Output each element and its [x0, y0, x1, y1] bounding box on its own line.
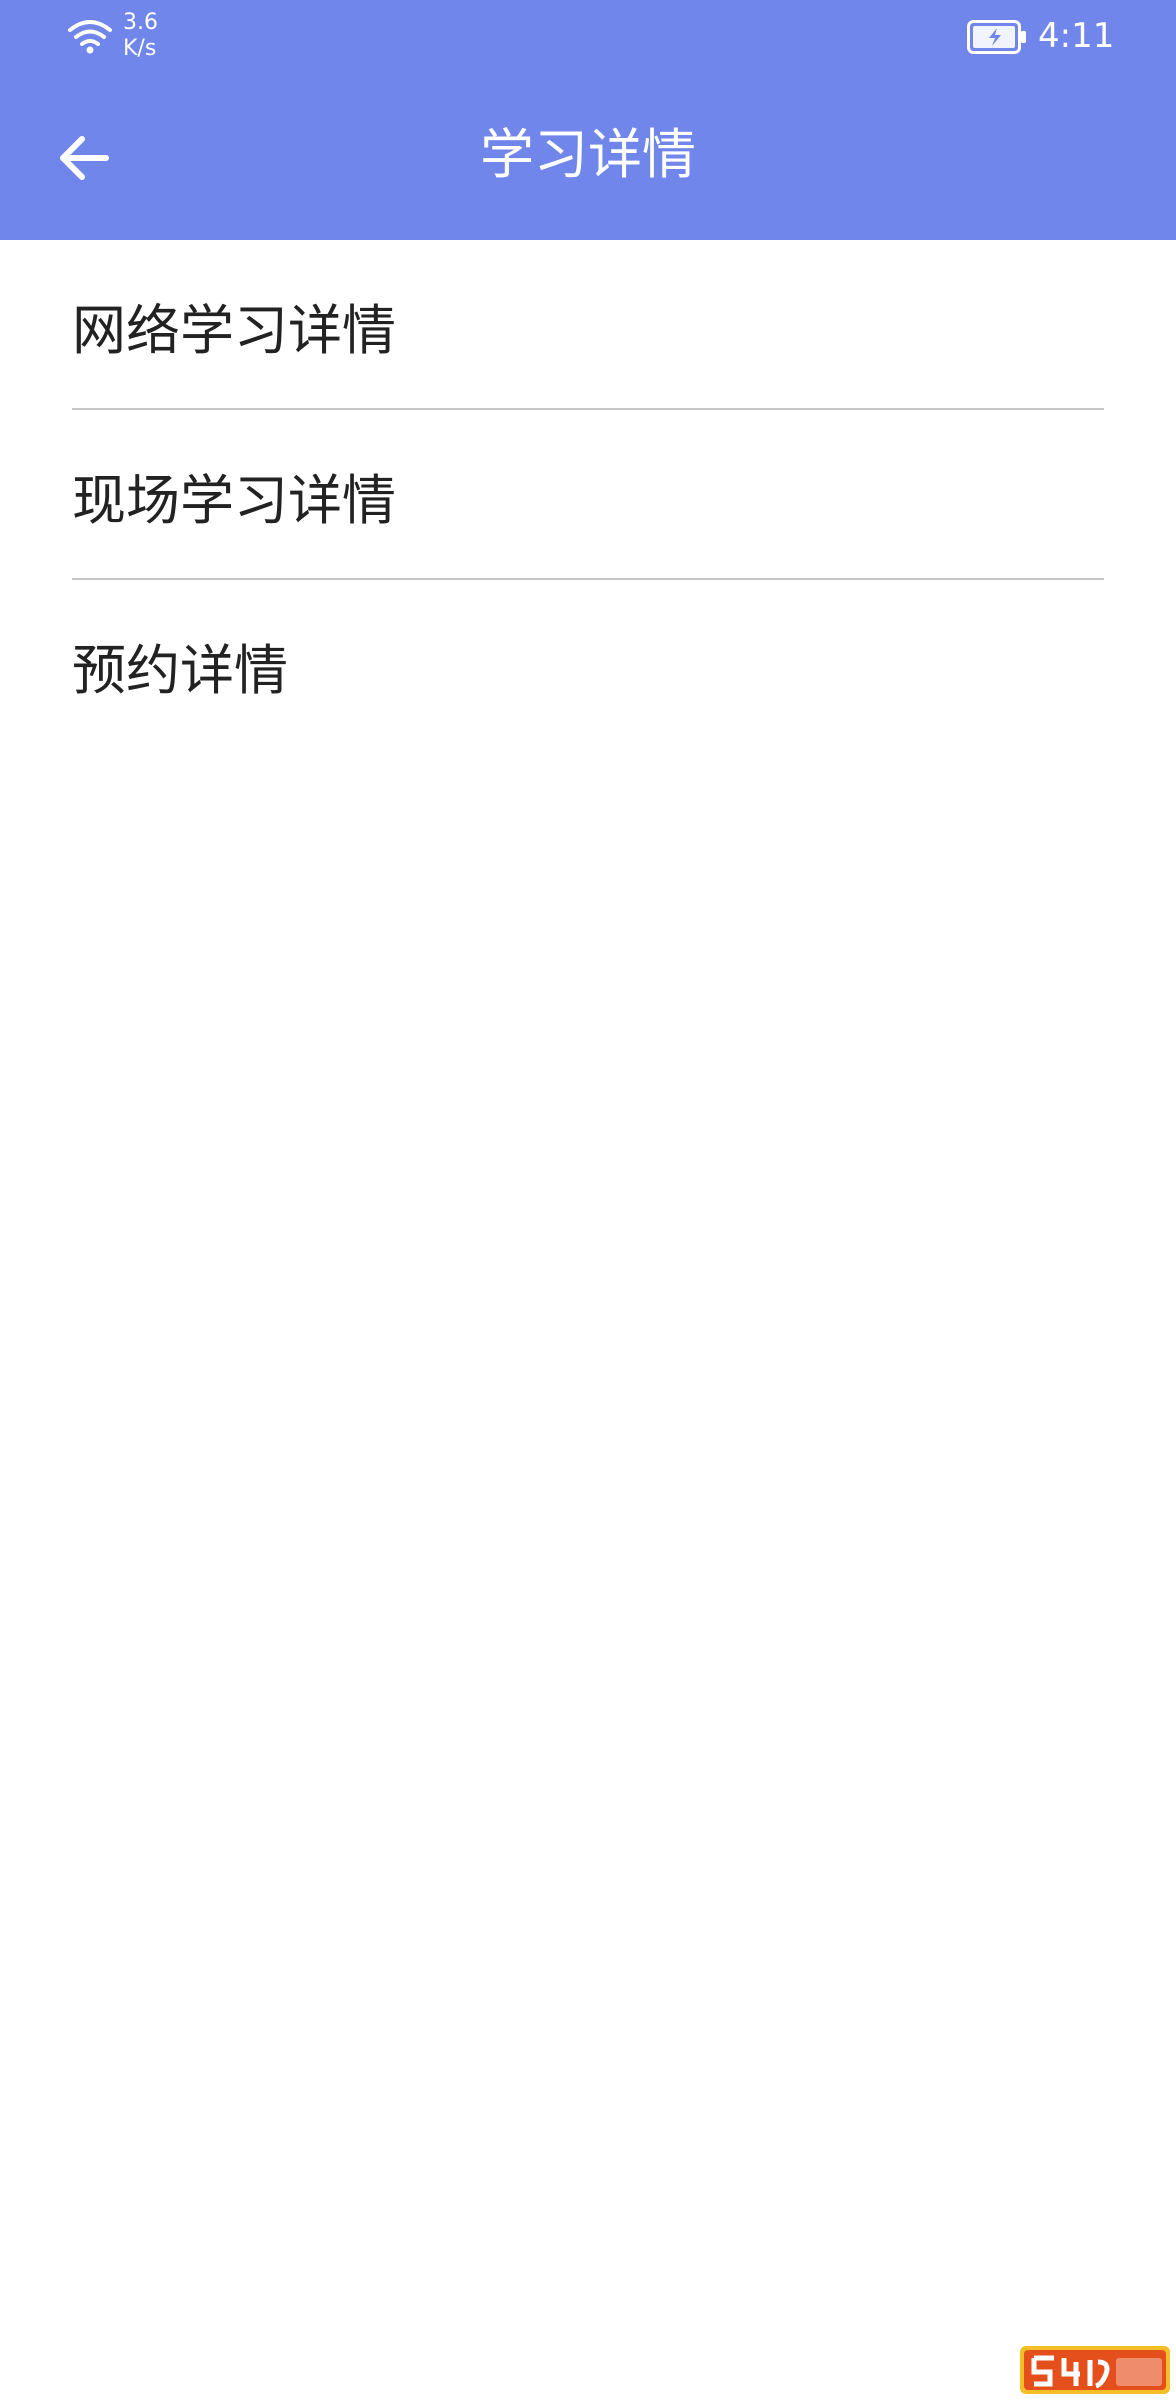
- menu-item-reservation[interactable]: 预约详情: [0, 580, 1176, 750]
- network-speed: 3.6 K/s: [123, 10, 158, 62]
- network-speed-value: 3.6: [123, 10, 158, 35]
- menu-item-label: 现场学习详情: [72, 468, 396, 532]
- watermark-logo: [1020, 2346, 1170, 2394]
- page-title: 学习详情: [480, 123, 696, 186]
- app-header: 3.6 K/s 4:11 学习详情: [0, 0, 1176, 240]
- menu-item-label: 网络学习详情: [72, 298, 396, 362]
- menu-item-onsite-study[interactable]: 现场学习详情: [0, 410, 1176, 580]
- wifi-icon: [68, 20, 112, 54]
- status-time: 4:11: [1038, 16, 1115, 56]
- menu-item-online-study[interactable]: 网络学习详情: [0, 240, 1176, 410]
- network-speed-unit: K/s: [123, 36, 157, 61]
- menu-item-label: 预约详情: [72, 638, 288, 702]
- battery-charging-icon: [967, 20, 1026, 54]
- detail-menu-list: 网络学习详情 现场学习详情 预约详情: [0, 240, 1176, 750]
- status-bar: 3.6 K/s 4:11: [0, 0, 1176, 76]
